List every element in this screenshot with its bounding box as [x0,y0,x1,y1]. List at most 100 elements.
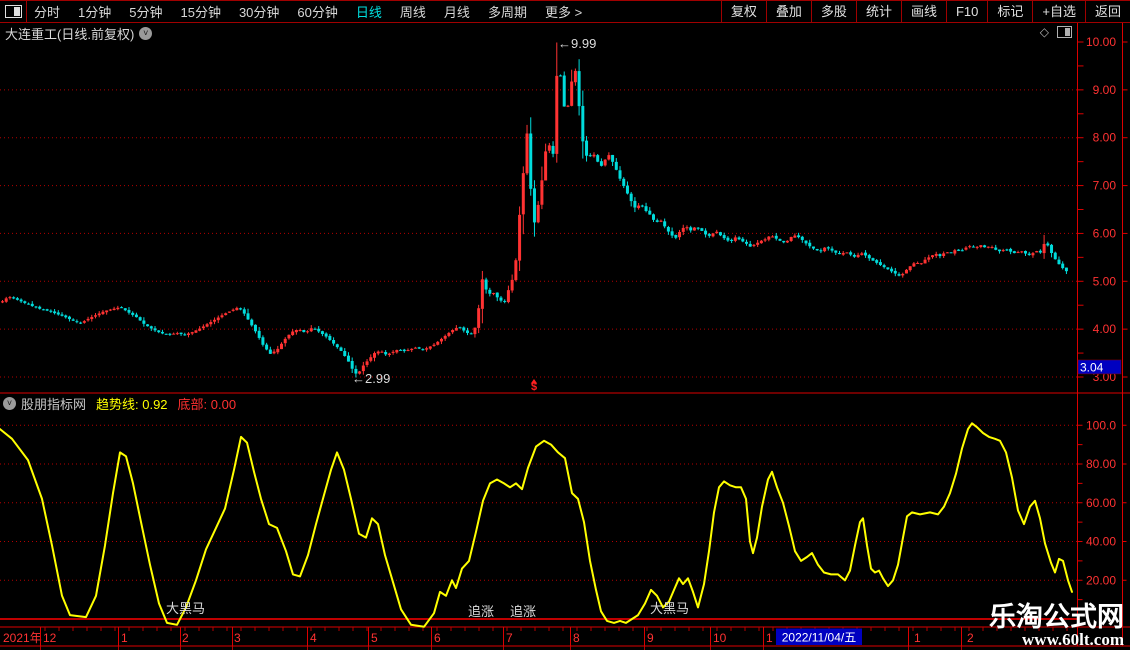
toolbar-item[interactable]: 1分钟 [78,2,111,21]
candle-body [536,204,540,223]
candle-body [227,311,231,313]
candle-body [975,246,979,248]
candle-body [480,279,484,309]
candle-body [763,239,767,241]
candle-body [447,332,451,336]
toolbar-item[interactable]: 15分钟 [180,2,220,21]
candle-body [771,236,775,238]
candle-body [49,310,53,312]
candle-body [811,246,815,249]
candle-body [291,331,295,336]
split-window-icon[interactable] [1057,26,1072,38]
toolbar-item[interactable]: 标记 [987,1,1032,22]
candle-body [250,319,254,326]
time-axis-month[interactable]: 1 [766,631,773,645]
toolbar-item[interactable]: 画线 [900,1,946,22]
candle-body [670,231,674,236]
candle-body [510,279,514,291]
candle-body [172,333,176,335]
candle-body [603,159,607,166]
time-axis-month[interactable]: 4 [310,631,317,645]
candle-body [160,331,164,334]
candle-body [525,133,529,174]
chevron-down-icon[interactable]: ˅ [139,27,153,40]
time-axis-month[interactable]: 10 [713,631,727,645]
candle-body [391,351,395,353]
candlestick-series [1,42,1068,378]
time-axis-month[interactable]: 7 [506,631,513,645]
time-axis-month[interactable]: 1 [914,631,921,645]
time-axis-month[interactable]: 3 [234,631,241,645]
candle-body [253,324,257,332]
time-axis-month[interactable]: 8 [573,631,580,645]
candle-body [655,220,659,222]
candle-body [205,324,209,327]
toolbar-item[interactable]: 多周期 [488,2,527,21]
time-axis-month[interactable]: 12 [43,631,57,645]
dollar-marker-icon: $ [531,381,537,393]
candle-body [759,240,763,244]
toolbar-item[interactable]: 周线 [400,2,426,21]
toolbar-item[interactable]: 分时 [34,2,60,21]
signal-label: 追涨 [510,604,536,619]
candle-body [365,361,369,365]
price-axis-label: 8.00 [1093,131,1117,145]
candle-body [439,338,443,342]
candle-body [350,360,354,369]
toolbar-item[interactable]: 统计 [855,1,901,22]
toolbar-item[interactable]: 复权 [720,1,766,22]
toolbar-item[interactable]: 月线 [444,2,470,21]
toolbar-item[interactable]: 60分钟 [297,2,337,21]
toolbar-item[interactable]: 更多 > [545,2,582,21]
candle-body [198,328,202,331]
candle-body [79,322,83,324]
candle-body [27,303,31,305]
chevron-down-icon[interactable]: ˅ [3,396,16,410]
candle-body [477,308,481,328]
candle-body [268,349,272,354]
candle-body [164,333,168,335]
time-axis-month[interactable]: 2 [182,631,189,645]
candle-body [841,252,845,255]
candle-body [120,307,124,309]
candle-body [852,254,856,257]
toolbar-item[interactable]: 叠加 [765,1,811,22]
toolbar-item[interactable]: 5分钟 [129,2,162,21]
candle-body [64,315,68,318]
candle-body [116,307,120,310]
time-axis-month[interactable]: 1 [121,631,128,645]
candle-body [209,322,213,325]
time-axis-month[interactable]: 5 [371,631,378,645]
candle-body [652,214,655,220]
candle-body [138,317,142,321]
diamond-icon[interactable]: ◇ [1040,25,1049,39]
watermark-line1: 乐淘公式网 [989,602,1124,632]
chart-canvas[interactable]: 10.009.008.007.006.005.004.003.003.04100… [0,22,1130,650]
candle-body [108,309,112,311]
candle-body [942,253,946,257]
candle-body [748,243,752,247]
toolbar-item[interactable]: 日线 [356,2,382,21]
candle-body [458,327,462,329]
candle-body [685,227,689,229]
candle-body [581,105,585,142]
toolbar-item[interactable]: 返回 [1084,1,1130,22]
time-axis-month[interactable]: 9 [647,631,654,645]
candle-body [201,326,205,329]
candle-body [272,351,276,354]
candle-body [45,309,49,311]
time-axis-month[interactable]: 2 [967,631,974,645]
toolbar-item[interactable]: F10 [945,1,987,22]
candle-body [659,220,663,222]
candle-body [964,247,968,250]
candle-body [190,332,194,334]
toolbar-item[interactable]: 多股 [810,1,856,22]
candle-body [1027,253,1031,255]
candle-body [23,301,27,303]
toolbar-item[interactable]: +自选 [1032,1,1085,22]
toolbar-item[interactable]: 30分钟 [239,2,279,21]
candle-body [131,312,135,315]
candle-body [179,332,183,335]
time-axis-month[interactable]: 6 [434,631,441,645]
window-layout-button[interactable] [0,1,27,22]
